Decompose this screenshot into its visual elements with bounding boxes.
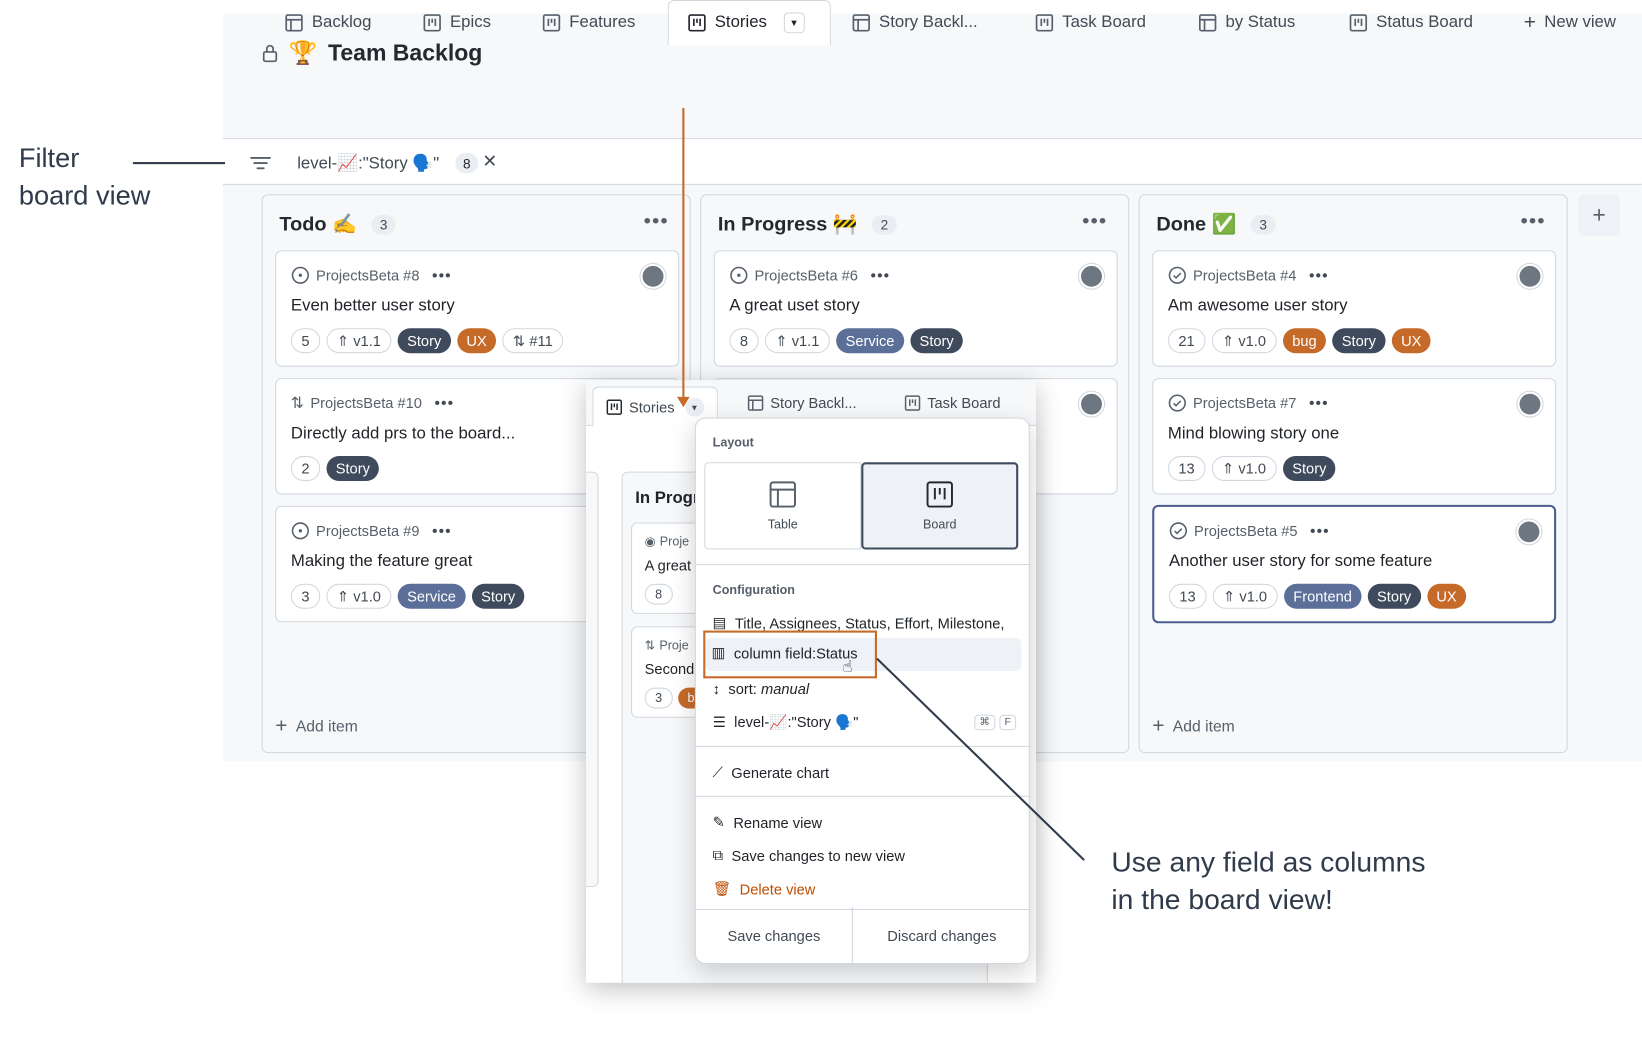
callout-line-2: in the board view! — [1111, 884, 1333, 916]
callout-line-1: Use any field as columns — [1111, 846, 1426, 878]
column-field-callout-line — [876, 657, 1085, 861]
stories-arrow-head — [677, 396, 690, 408]
column-callout: Use any field as columns in the board vi… — [1111, 844, 1425, 919]
